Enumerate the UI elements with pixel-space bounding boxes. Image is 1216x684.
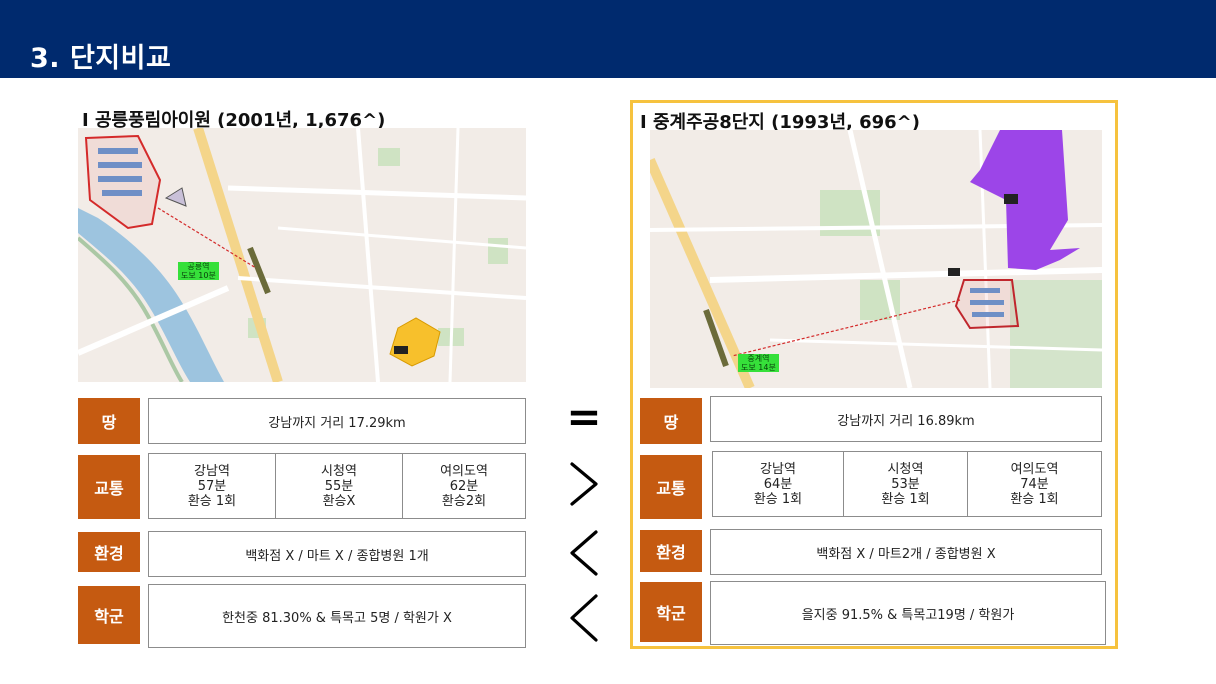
right-transit-gangnam-transfer: 환승 1회 [753, 491, 803, 507]
left-station-label: 공릉역 도보 10분 [178, 262, 219, 280]
right-transit-cityhall-transfer: 환승 1회 [881, 491, 930, 507]
left-transit-cityhall-time: 55분 [324, 478, 354, 494]
right-category-environment: 환경 [640, 530, 702, 572]
left-transit-gangnam-transfer: 환승 1회 [187, 493, 237, 509]
page-header: 3. 단지비교 [0, 0, 1216, 78]
right-transit-cityhall-station: 시청역 [887, 461, 924, 477]
left-transit-cityhall-station: 시청역 [321, 463, 357, 479]
left-transit-gangnam-time: 57분 [197, 478, 227, 494]
right-transit-yeouido-station: 여의도역 [1010, 461, 1059, 477]
left-station-walk: 도보 10분 [181, 271, 216, 280]
right-transit-cityhall: 시청역 53분 환승 1회 [843, 451, 968, 517]
left-transit-yeouido-station: 여의도역 [440, 463, 488, 479]
right-station-walk: 도보 14분 [741, 363, 776, 372]
right-station-label: 중계역 도보 14분 [738, 354, 779, 372]
right-transit-yeouido-time: 74분 [1020, 476, 1049, 492]
left-transit-yeouido-transfer: 환승2회 [441, 493, 487, 509]
left-map-graphic [78, 128, 526, 382]
right-transit-gangnam-station: 강남역 [760, 461, 796, 477]
left-transit-yeouido: 여의도역 62분 환승2회 [402, 453, 526, 519]
right-transit-cityhall-time: 53분 [891, 476, 920, 492]
left-category-school: 학군 [78, 586, 140, 644]
greater-than-icon [570, 462, 598, 506]
left-environment-value: 백화점 X / 마트 X / 종합병원 1개 [148, 531, 526, 577]
left-school-value: 한천중 81.30% & 특목고 5명 / 학원가 X [148, 584, 526, 648]
right-environment-value: 백화점 X / 마트2개 / 종합병원 X [710, 529, 1102, 575]
right-school-value: 을지중 91.5% & 특목고19명 / 학원가 [710, 581, 1106, 645]
left-category-environment: 환경 [78, 532, 140, 572]
right-category-transit: 교통 [640, 455, 702, 519]
left-transit-cityhall: 시청역 55분 환승X [275, 453, 403, 519]
right-station-name: 중계역 [747, 354, 770, 363]
right-transit-yeouido: 여의도역 74분 환승 1회 [967, 451, 1102, 517]
right-category-school: 학군 [640, 582, 702, 642]
right-complex-map: 중계역 도보 14분 [650, 130, 1102, 388]
page-title: 3. 단지비교 [30, 43, 172, 74]
left-station-name: 공릉역 [187, 262, 210, 271]
left-category-transit: 교통 [78, 455, 140, 519]
left-land-value: 강남까지 거리 17.29km [148, 398, 526, 444]
right-land-value: 강남까지 거리 16.89km [710, 396, 1102, 442]
left-transit-yeouido-time: 62분 [449, 478, 479, 494]
right-transit-gangnam-time: 64분 [763, 476, 793, 492]
left-transit-gangnam: 강남역 57분 환승 1회 [148, 453, 276, 519]
right-map-graphic [650, 130, 1102, 388]
left-transit-cityhall-transfer: 환승X [322, 493, 356, 509]
less-than-icon-school [570, 594, 598, 642]
left-category-land: 땅 [78, 398, 140, 444]
right-category-land: 땅 [640, 398, 702, 444]
left-transit-gangnam-station: 강남역 [194, 463, 230, 479]
less-than-icon-environment [570, 530, 598, 576]
right-transit-gangnam: 강남역 64분 환승 1회 [712, 451, 844, 517]
comparison-land-symbol: = [566, 392, 602, 441]
left-complex-map: 공릉역 도보 10분 [78, 128, 526, 382]
right-transit-yeouido-transfer: 환승 1회 [1010, 491, 1059, 507]
